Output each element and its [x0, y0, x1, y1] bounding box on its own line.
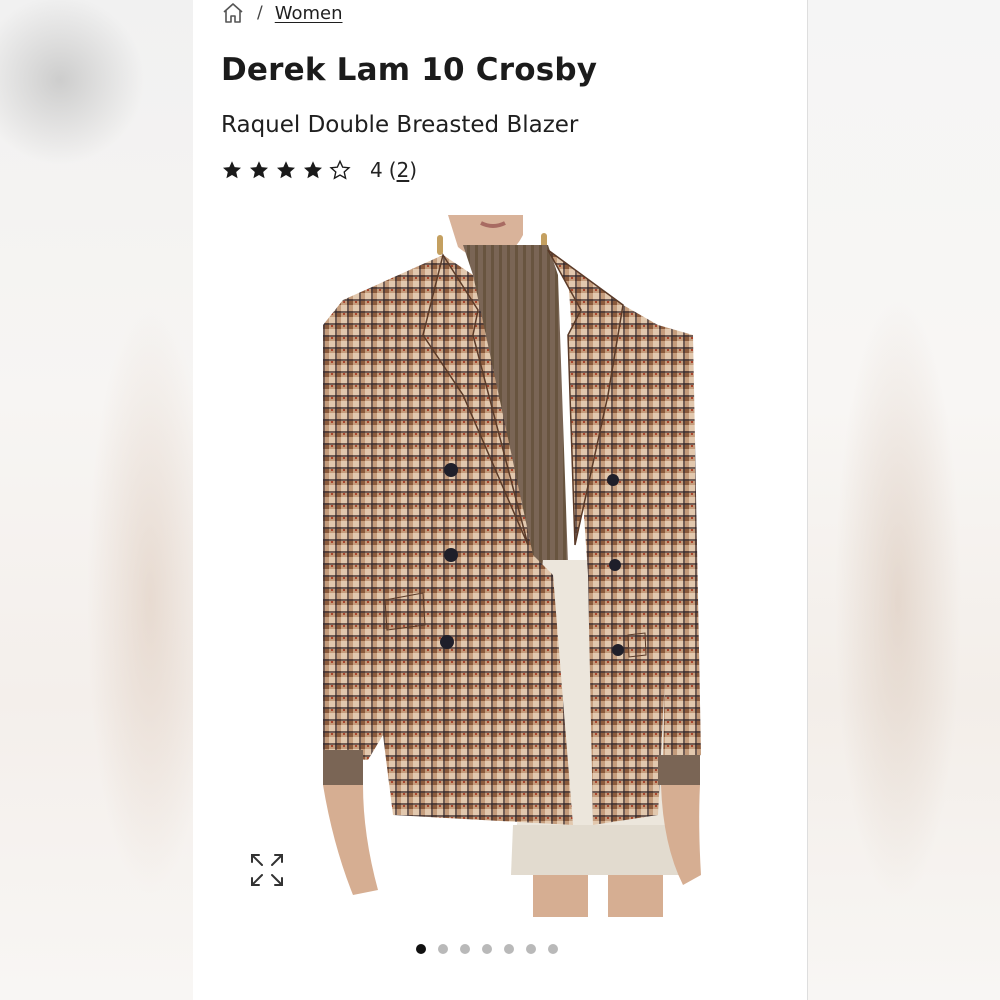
breadcrumb-women-link[interactable]: Women [275, 3, 343, 24]
star-filled-icon [304, 161, 322, 179]
breadcrumb-separator: / [257, 3, 263, 23]
gallery-pagination [416, 944, 558, 954]
background-blur-left [0, 0, 193, 1000]
product-title: Raquel Double Breasted Blazer [221, 112, 579, 138]
star-filled-icon [223, 161, 241, 179]
brand-name[interactable]: Derek Lam 10 Crosby [221, 52, 597, 88]
blazer-photo-illustration [323, 215, 701, 917]
product-panel: / Women Derek Lam 10 Crosby Raquel Doubl… [193, 0, 807, 1000]
expand-icon[interactable] [249, 852, 285, 888]
star-filled-icon [277, 161, 295, 179]
gallery-dot-5[interactable] [504, 944, 514, 954]
breadcrumb: / Women [221, 0, 343, 26]
review-count-link[interactable]: (2) [389, 158, 417, 182]
gallery-dot-1[interactable] [416, 944, 426, 954]
gallery-dot-7[interactable] [548, 944, 558, 954]
gallery-dot-4[interactable] [482, 944, 492, 954]
gallery-dot-2[interactable] [438, 944, 448, 954]
star-filled-icon [250, 161, 268, 179]
gallery-dot-6[interactable] [526, 944, 536, 954]
rating-value: 4 [370, 158, 383, 182]
background-blur-right [808, 0, 1000, 1000]
rating[interactable]: 4 (2) [221, 158, 417, 182]
panel-divider [807, 0, 808, 1000]
product-image[interactable] [323, 215, 793, 917]
home-icon[interactable] [221, 1, 245, 25]
gallery-dot-3[interactable] [460, 944, 470, 954]
star-empty-icon [329, 159, 351, 180]
